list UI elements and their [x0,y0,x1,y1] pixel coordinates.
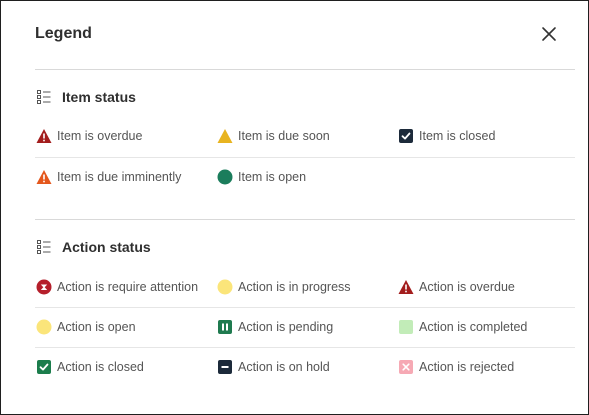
legend-label: Action is require attention [57,280,199,294]
legend-action-on-hold: Action is on hold [217,358,330,376]
circle-green-icon [217,169,233,185]
legend-label: Action is open [57,320,136,334]
section-divider [35,219,575,220]
legend-dialog: Legend Item status Item is overdue Item … [0,0,589,415]
legend-label: Item is due imminently [57,170,182,184]
checkbox-green-icon [37,360,51,374]
dialog-title: Legend [35,25,92,42]
triangle-yellow-icon [217,129,233,143]
row-divider [35,307,575,308]
legend-item-due-imminently: Item is due imminently [36,168,181,186]
item-status-heading: Item status [37,87,136,107]
header-divider [35,69,575,70]
legend-action-closed: Action is closed [36,358,144,376]
legend-item-open: Item is open [217,168,306,186]
legend-label: Action is pending [238,320,334,334]
legend-action-require-attention: Action is require attention [36,278,198,296]
legend-label: Action is in progress [238,280,351,294]
row-divider [35,347,575,348]
circle-exclamation-red-icon [36,279,52,295]
square-light-green-icon [399,320,413,334]
checkbox-dark-icon [399,129,413,143]
legend-label: Action is closed [57,360,144,374]
pause-square-green-icon [218,320,232,334]
x-square-pink-icon [399,360,413,374]
legend-action-in-progress: Action is in progress [217,278,351,296]
legend-action-rejected: Action is rejected [398,358,514,376]
legend-label: Action is on hold [238,360,330,374]
section-title: Action status [62,239,151,255]
row-divider [35,157,575,158]
action-status-heading: Action status [37,237,151,257]
circle-yellow-icon [217,279,233,295]
legend-label: Item is due soon [238,129,330,143]
circle-yellow-icon [36,319,52,335]
legend-label: Item is closed [419,129,496,143]
list-status-icon [37,240,51,254]
legend-item-overdue: Item is overdue [36,127,142,145]
legend-action-pending: Action is pending [217,318,333,336]
close-icon[interactable] [539,24,559,44]
list-status-icon [37,90,51,104]
legend-action-overdue: Action is overdue [398,278,515,296]
legend-label: Action is completed [419,320,528,334]
triangle-exclamation-orange-icon [36,170,52,184]
legend-label: Action is rejected [419,360,515,374]
minus-square-dark-icon [218,360,232,374]
triangle-exclamation-dark-red-icon [36,129,52,143]
legend-action-open: Action is open [36,318,136,336]
legend-label: Item is open [238,170,307,184]
legend-item-due-soon: Item is due soon [217,127,330,145]
legend-label: Item is overdue [57,129,143,143]
triangle-exclamation-dark-red-icon [398,280,414,294]
legend-label: Action is overdue [419,280,515,294]
section-title: Item status [62,89,136,105]
legend-action-completed: Action is completed [398,318,527,336]
legend-item-closed: Item is closed [398,127,495,145]
